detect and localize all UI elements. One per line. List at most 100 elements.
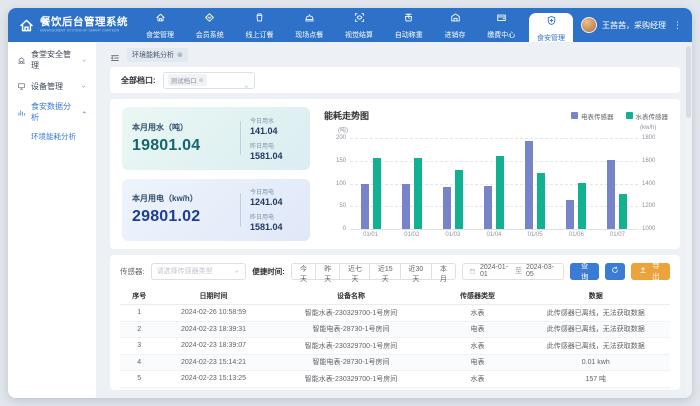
electric-yesterday-value: 1581.04: [250, 222, 300, 232]
topnav-item-inventory[interactable]: 进销存: [437, 8, 474, 42]
table-cell: 电表: [434, 357, 522, 367]
table-row: 12024-02-26 10:58:59智能水表-230329700-1号房间水…: [120, 305, 670, 322]
water-yesterday-label: 昨日用电: [250, 141, 300, 150]
main-content: 环境能耗分析 ⊗ 全部档口: 测试档口 ⊗: [97, 42, 692, 398]
stall-select[interactable]: 测试档口 ⊗: [163, 72, 255, 89]
topnav-item-onsite-ordering[interactable]: 现场点餐: [287, 8, 331, 42]
tab-bar: 环境能耗分析 ⊗: [110, 47, 680, 62]
topnav-label: 线上订餐: [246, 30, 274, 40]
refresh-button[interactable]: [605, 263, 625, 280]
payment-center-icon: [496, 10, 507, 28]
collapse-menu-icon[interactable]: [110, 50, 120, 60]
sensor-select-placeholder: 请选择传感器类型: [157, 266, 213, 276]
x-axis-label: 01/03: [432, 232, 473, 238]
right-axis-tick: 1000: [642, 226, 655, 232]
tab-env-energy[interactable]: 环境能耗分析 ⊗: [127, 48, 188, 62]
calendar-icon: [469, 267, 476, 275]
table-row: 42024-02-23 15:14:21智能电表-28730-1号房间电表0.0…: [120, 355, 670, 372]
topnav-label: 食安管理: [537, 33, 565, 43]
quick-time-button-3[interactable]: 近15天: [370, 263, 401, 280]
bar: [566, 200, 574, 229]
bar: [455, 170, 463, 229]
table-header-cell: 传感器类型: [434, 291, 522, 301]
stall-tag-label: 测试档口: [171, 75, 197, 85]
topnav-item-payment-center[interactable]: 缴费中心: [479, 8, 523, 42]
right-axis-tick: 1600: [642, 158, 655, 164]
water-yesterday-value: 1581.04: [250, 151, 300, 161]
export-icon: [639, 266, 647, 276]
topnav-item-online-ordering[interactable]: 线上订餐: [238, 8, 282, 42]
remove-tag-icon[interactable]: ⊗: [199, 77, 204, 84]
scrollbar-thumb[interactable]: [686, 46, 691, 118]
table-cell: 157 吨: [522, 374, 671, 384]
visual-checkout-icon: [354, 10, 365, 28]
table-cell: 1: [120, 309, 159, 316]
close-tab-icon[interactable]: ⊗: [177, 51, 183, 59]
table-row: 62024-02-22 18:38:41智能水表-230329700-1号房间水…: [120, 388, 670, 391]
bar-group-01/01: [350, 138, 391, 229]
table-cell: 智能电表-28730-1号房间: [269, 324, 434, 334]
right-axis-tick: 1800: [642, 135, 655, 141]
bar-series: [350, 138, 638, 229]
table-cell: 3: [120, 342, 159, 349]
topnav-item-member-system[interactable]: 会员系统: [188, 8, 232, 42]
legend-item[interactable]: 电表传感器: [571, 111, 614, 121]
x-axis-label: 01/02: [391, 232, 432, 238]
x-axis-label: 01/04: [473, 232, 514, 238]
left-axis-tick: 200: [336, 135, 346, 141]
page-background: 餐饮后台管理系统 MANAGEMENT SYSTEM OF SMART CANT…: [0, 0, 700, 406]
date-start: 2024-01-01: [480, 264, 511, 278]
topnav-label: 现场点餐: [295, 30, 323, 40]
bar-group-01/07: [597, 138, 638, 229]
stall-tag: 测试档口 ⊗: [168, 74, 207, 86]
sidebar-item-device-management[interactable]: 设备管理: [8, 73, 96, 99]
table-header-row: 序号日期时间设备名称传感器类型数据: [120, 287, 670, 305]
sidebar-item-canteen-safety[interactable]: 食堂安全管理: [8, 47, 96, 73]
left-axis-tick: 100: [336, 181, 346, 187]
topnav-item-canteen-management[interactable]: 食堂管理: [138, 8, 182, 42]
topnav-item-food-safety[interactable]: 食安管理: [529, 13, 573, 42]
sensor-type-select[interactable]: 请选择传感器类型: [151, 263, 247, 280]
search-button[interactable]: 查询: [570, 263, 599, 280]
x-axis-label: 01/05: [515, 232, 556, 238]
legend-item[interactable]: 水表传感器: [626, 111, 669, 121]
sidebar-subitem-env-energy-analysis[interactable]: 环境能耗分析: [8, 125, 96, 147]
avatar: [581, 17, 597, 33]
sidebar-item-food-safety-analysis[interactable]: 食安数据分析: [8, 99, 96, 125]
more-menu-icon[interactable]: ⋮: [671, 20, 684, 31]
app-window: 餐饮后台管理系统 MANAGEMENT SYSTEM OF SMART CANT…: [8, 8, 692, 398]
topnav-label: 会员系统: [196, 30, 224, 40]
table-cell: 智能水表-230329700-1号房间: [269, 374, 434, 384]
bar: [414, 158, 422, 229]
date-end: 2024-03-05: [526, 264, 557, 278]
bar-group-01/05: [515, 138, 556, 229]
table-header-cell: 设备名称: [269, 291, 434, 301]
electric-stat-title: 本月用电（kw/h）: [132, 193, 231, 204]
bar: [496, 156, 504, 229]
quick-time-button-5[interactable]: 本月: [432, 263, 456, 280]
bar-group-01/02: [391, 138, 432, 229]
scrollbar[interactable]: [686, 46, 691, 395]
legend-swatch: [626, 112, 633, 119]
user-menu[interactable]: 王茜茜，采购经理 ⋮: [577, 8, 684, 42]
table-cell: 2024-02-23 18:39:31: [159, 326, 269, 333]
table-cell: 水表: [434, 308, 522, 318]
date-range-picker[interactable]: 2024-01-01 至 2024-03-05: [462, 263, 564, 280]
quick-time-button-2[interactable]: 近七天: [340, 263, 370, 280]
bar-group-01/04: [473, 138, 514, 229]
table-cell: 水表: [434, 341, 522, 351]
canteen-management-icon: [155, 10, 166, 28]
table-row: 22024-02-23 18:39:31智能电表-28730-1号房间电表此传感…: [120, 322, 670, 339]
table-filter-row: 传感器: 请选择传感器类型 便捷时间: 今天昨天近七天近15天近30天本月: [120, 262, 670, 280]
topnav-item-auto-weighing[interactable]: 自动称重: [387, 8, 431, 42]
quick-time-label: 便捷时间:: [252, 266, 285, 277]
sidebar: 食堂安全管理设备管理食安数据分析环境能耗分析: [8, 42, 97, 398]
quick-time-button-0[interactable]: 今天: [291, 263, 316, 280]
quick-time-button-1[interactable]: 昨天: [316, 263, 340, 280]
export-button[interactable]: 导出: [631, 263, 670, 280]
table-row: 32024-02-23 18:39:07智能水表-230329700-1号房间水…: [120, 338, 670, 355]
topnav-item-visual-checkout[interactable]: 视觉结算: [337, 8, 381, 42]
quick-time-button-4[interactable]: 近30天: [401, 263, 432, 280]
water-stat-card: 本月用水（吨） 19801.04 今日用水 141.04 昨日用电: [122, 107, 310, 170]
table-cell: 智能水表-230329700-1号房间: [269, 308, 434, 318]
